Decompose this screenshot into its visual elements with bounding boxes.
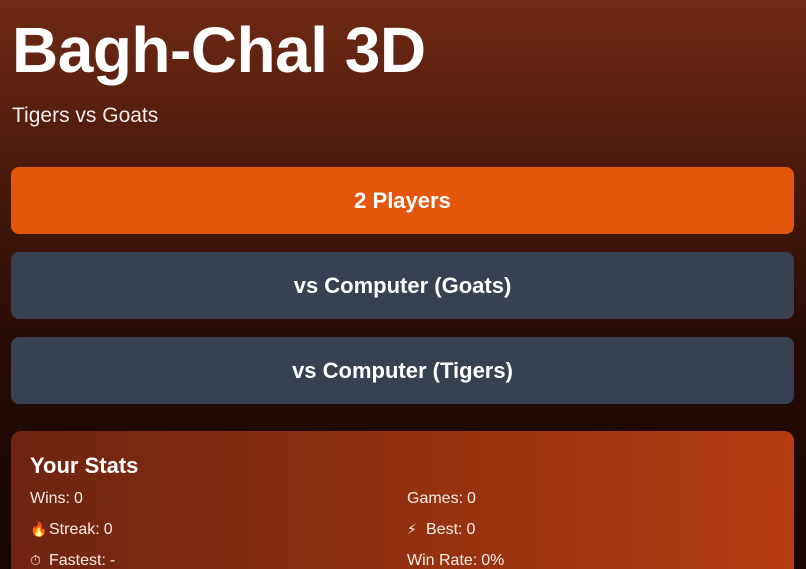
stat-best: ⚡ Best: 0 — [407, 520, 775, 539]
stat-streak-label: Streak: — [49, 521, 100, 538]
vs-computer-goats-button[interactable]: vs Computer (Goats) — [11, 252, 794, 319]
stat-fastest-label: Fastest: — [49, 552, 106, 569]
stat-wins-value: 0 — [74, 490, 83, 507]
stat-best-value: 0 — [466, 521, 476, 538]
stopwatch-icon: ⏱ — [30, 552, 41, 568]
game-title: Bagh-Chal 3D — [12, 14, 426, 86]
lightning-icon: ⚡ — [407, 521, 417, 537]
stat-win-rate-value: 0% — [481, 552, 505, 569]
stat-fastest: ⏱ Fastest: - — [30, 551, 407, 569]
game-subtitle: Tigers vs Goats — [12, 104, 159, 127]
stats-grid: Wins: 0 Games: 0 🔥 Streak: 0 ⚡ Best: 0 ⏱… — [30, 489, 775, 569]
stat-streak-value: 0 — [103, 521, 113, 538]
stat-wins-label: Wins: — [30, 490, 70, 507]
stat-best-label: Best: — [426, 521, 463, 538]
stats-title: Your Stats — [30, 453, 139, 478]
stat-games-value: 0 — [467, 490, 476, 507]
stat-games-label: Games: — [407, 490, 464, 507]
stat-fastest-value: - — [109, 552, 116, 569]
two-players-button[interactable]: 2 Players — [11, 167, 794, 234]
vs-computer-tigers-button[interactable]: vs Computer (Tigers) — [11, 337, 794, 404]
stat-win-rate-label: Win Rate: — [407, 552, 478, 569]
stat-games: Games: 0 — [407, 489, 775, 508]
stat-streak: 🔥 Streak: 0 — [30, 520, 407, 539]
fire-icon: 🔥 — [30, 521, 48, 537]
stats-panel: Your Stats Wins: 0 Games: 0 🔥 Streak: 0 … — [11, 431, 794, 569]
stat-wins: Wins: 0 — [30, 489, 407, 508]
stat-win-rate: Win Rate: 0% — [407, 551, 775, 569]
